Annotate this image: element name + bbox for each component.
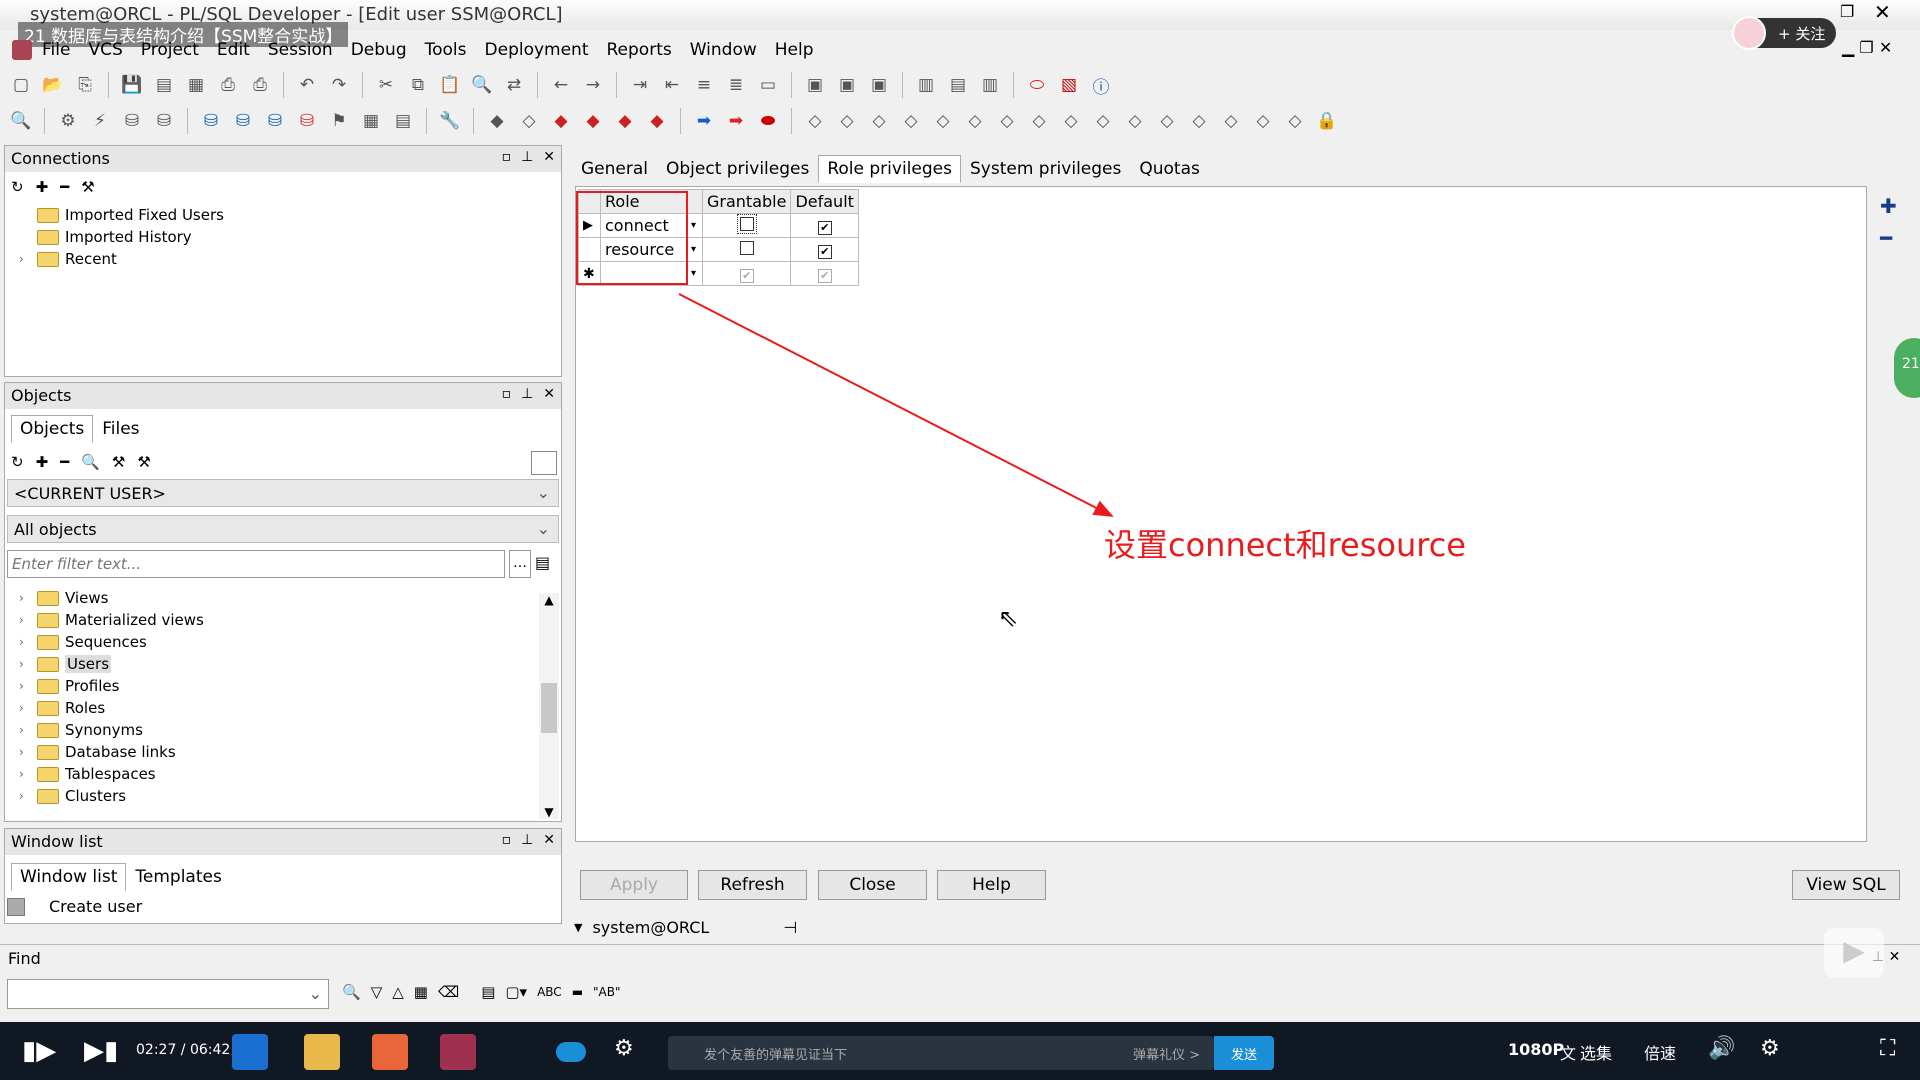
find-toolbar: 🔍 ▽ △ ▦ ⌫ ▤ ▢▾ ABC ▬ "AB" <box>342 983 621 1001</box>
highlight-icon[interactable]: ▦ <box>414 983 428 1001</box>
match-case-icon[interactable]: ABC <box>537 985 562 999</box>
mouse-cursor-icon: ⇖ <box>998 604 1019 632</box>
play-overlay-icon[interactable]: ▶ <box>1824 928 1884 978</box>
next-icon[interactable]: ▶▮ <box>84 1036 118 1066</box>
floating-badge[interactable]: 21 <box>1894 338 1920 398</box>
danmaku-toggle-icon[interactable] <box>556 1042 586 1062</box>
subtitle-button[interactable]: 文 <box>1560 1040 1576 1064</box>
taskbar: ▮▶ ▶▮ 02:27 / 06:42 ⚙ 发个友善的弹幕见证当下 弹幕礼仪 >… <box>0 1022 1920 1080</box>
help-button[interactable]: Help <box>937 870 1046 900</box>
find-previous-icon[interactable]: △ <box>392 983 404 1001</box>
options-icon[interactable]: ▤ <box>481 983 495 1001</box>
send-button[interactable]: 发送 <box>1214 1036 1274 1070</box>
find-panel: Find ⊥ ✕ ⌄ 🔍 ▽ △ ▦ ⌫ ▤ ▢▾ ABC ▬ "AB" <box>0 944 1920 1022</box>
chevron-down-icon: ▼ <box>574 921 583 934</box>
clear-icon[interactable]: ⌫ <box>438 983 459 1001</box>
document-icon[interactable]: ▢▾ <box>505 983 527 1001</box>
plsql-icon[interactable] <box>440 1034 476 1070</box>
pin-icon[interactable]: ⊣ <box>783 918 797 937</box>
settings-icon[interactable]: ⚙ <box>1760 1036 1780 1061</box>
view-sql-button[interactable]: View SQL <box>1792 870 1900 900</box>
speed-button[interactable]: 倍速 <box>1644 1040 1676 1064</box>
quoted-icon[interactable]: "AB" <box>593 985 620 999</box>
danmaku-settings-icon[interactable]: ⚙ <box>614 1036 634 1061</box>
episodes-button[interactable]: 选集 <box>1580 1040 1612 1064</box>
chevron-down-icon: ⌄ <box>308 984 322 1003</box>
whole-word-icon[interactable]: ▬ <box>572 985 583 999</box>
annotation-arrow <box>678 293 1114 517</box>
play-pause-icon[interactable]: ▮▶ <box>22 1036 56 1066</box>
explorer-icon[interactable] <box>304 1034 340 1070</box>
volume-icon[interactable]: 🔊 <box>1708 1036 1735 1061</box>
firefox-icon[interactable] <box>372 1034 408 1070</box>
find-input[interactable]: ⌄ <box>7 979 329 1009</box>
quality-button[interactable]: 1080P <box>1508 1040 1564 1059</box>
fullscreen-icon[interactable]: ⛶ <box>1880 1036 1895 1061</box>
find-title: Find <box>8 949 41 968</box>
danmaku-input[interactable]: 发个友善的弹幕见证当下 弹幕礼仪 > <box>668 1036 1214 1070</box>
refresh-button[interactable]: Refresh <box>698 870 807 900</box>
find-icon[interactable]: 🔍 <box>342 983 361 1001</box>
find-next-icon[interactable]: ▽ <box>371 983 383 1001</box>
time-display: 02:27 / 06:42 <box>136 1042 231 1058</box>
close-button[interactable]: Close <box>818 870 927 900</box>
apply-button[interactable]: Apply <box>580 870 688 900</box>
grid-add-icon[interactable]: ✚ <box>1880 194 1897 218</box>
connection-selector[interactable]: ▼ system@ORCL ⊣ <box>574 918 797 937</box>
annotation-text: 设置connect和resource <box>1104 526 1466 564</box>
grid-remove-icon[interactable]: ━ <box>1880 226 1892 250</box>
app-icon[interactable] <box>232 1034 268 1070</box>
